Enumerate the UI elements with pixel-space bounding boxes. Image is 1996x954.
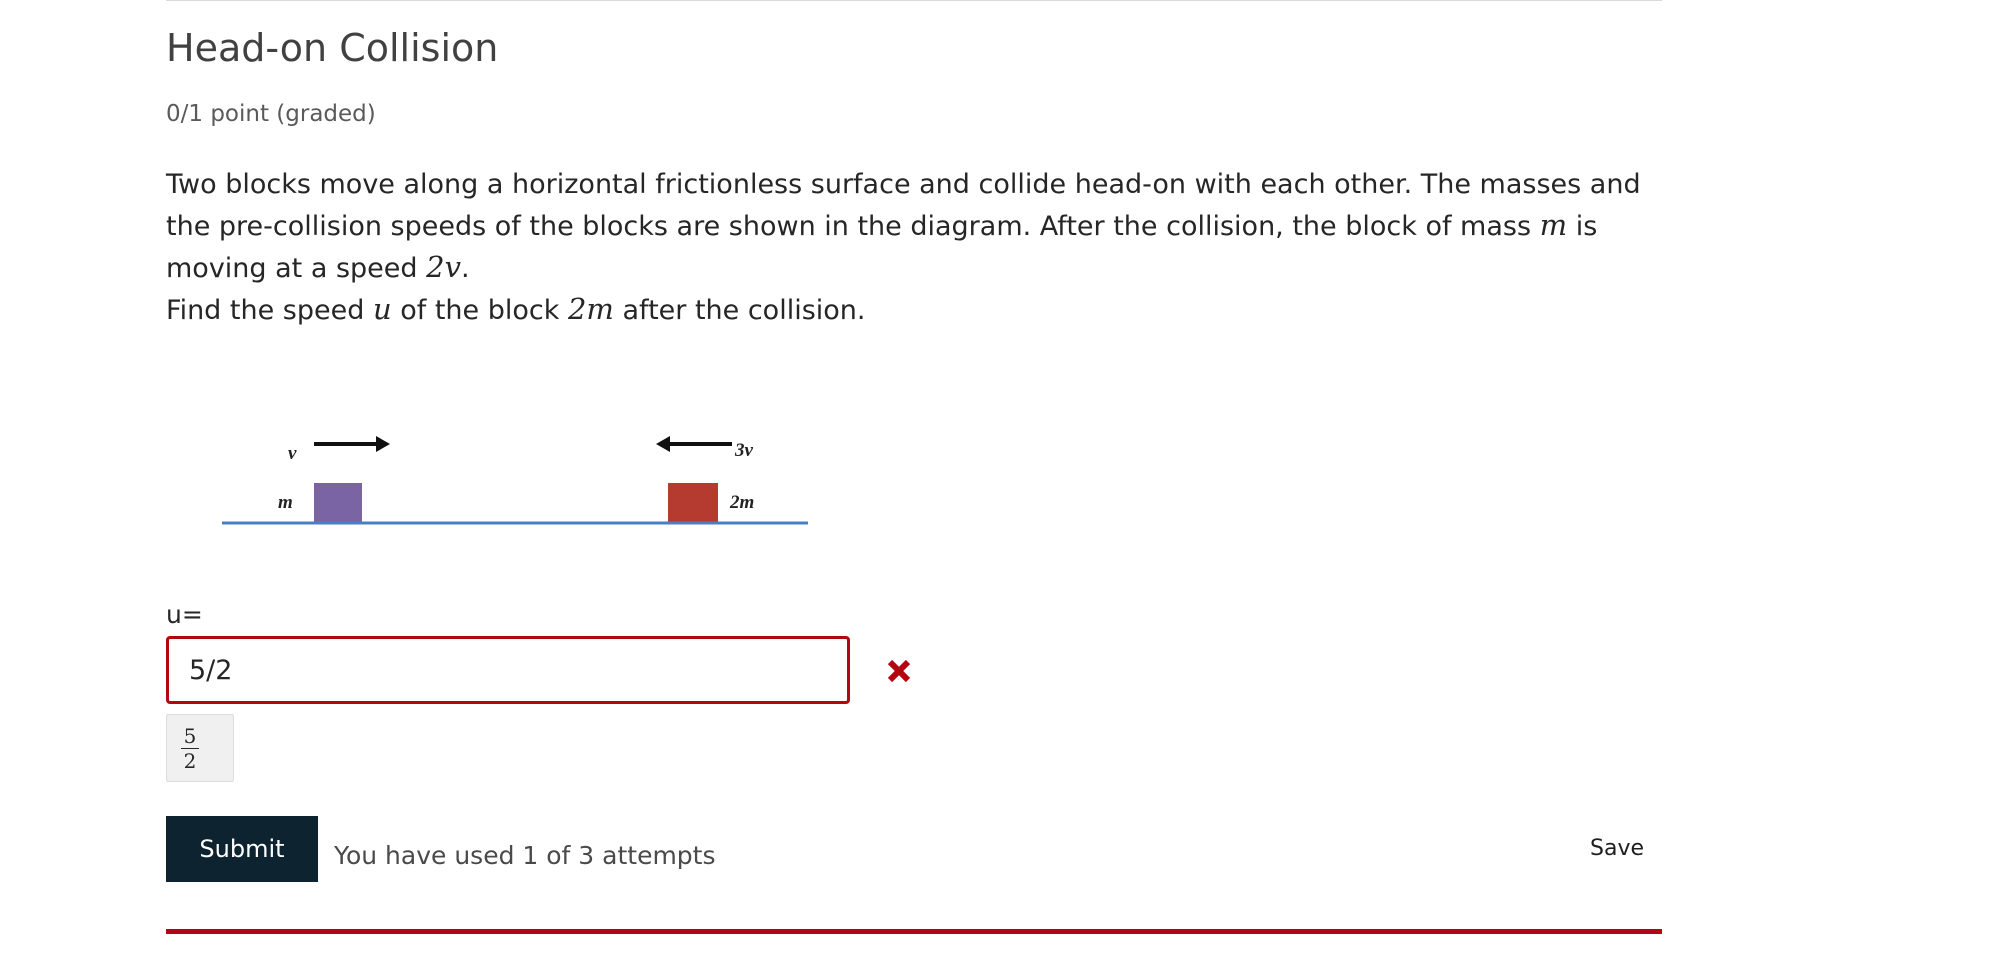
save-button[interactable]: Save [1590, 836, 1644, 861]
preview-denominator: 2 [183, 749, 197, 773]
math-mass-2m: 2m [567, 292, 614, 326]
answer-label: u= [166, 600, 203, 629]
right-velocity-label: 3v [734, 440, 754, 461]
preview-numerator: 5 [183, 724, 197, 748]
right-mass-label: 2m [729, 492, 754, 513]
block-2m [668, 483, 718, 523]
problem-points: 0/1 point (graded) [166, 101, 376, 127]
answer-preview: 5 2 [166, 714, 234, 782]
preview-fraction: 5 2 [167, 725, 213, 772]
problem-page: Head-on Collision 0/1 point (graded) Two… [0, 0, 1996, 954]
block-m [314, 483, 362, 523]
top-divider [166, 0, 1662, 1]
statement-text: after the collision. [613, 295, 866, 326]
problem-paragraph-1: Two blocks move along a horizontal frict… [166, 165, 1666, 289]
collision-diagram: v 3v m 2m [222, 436, 808, 525]
statement-text: Find the speed [166, 295, 373, 326]
math-mass-m: m [1539, 208, 1568, 242]
statement-text: . [460, 253, 470, 284]
attempts-counter: You have used 1 of 3 attempts [334, 841, 716, 870]
left-arrow-icon [656, 436, 732, 452]
right-arrow-icon [314, 436, 390, 452]
math-speed-u: u [372, 292, 392, 326]
submit-button[interactable]: Submit [166, 816, 318, 882]
problem-statement: Two blocks move along a horizontal frict… [166, 165, 1666, 331]
statement-text: Two blocks move along a horizontal frict… [166, 169, 1641, 242]
cross-icon [887, 659, 911, 683]
math-speed-2v: 2v [426, 250, 461, 284]
answer-input[interactable] [166, 636, 850, 704]
problem-title: Head-on Collision [166, 26, 499, 70]
incorrect-status-bar [166, 929, 1662, 934]
problem-paragraph-2: Find the speed u of the block 2m after t… [166, 289, 1666, 331]
left-mass-label: m [278, 492, 293, 513]
statement-text: of the block [391, 295, 568, 326]
left-velocity-label: v [288, 443, 297, 464]
